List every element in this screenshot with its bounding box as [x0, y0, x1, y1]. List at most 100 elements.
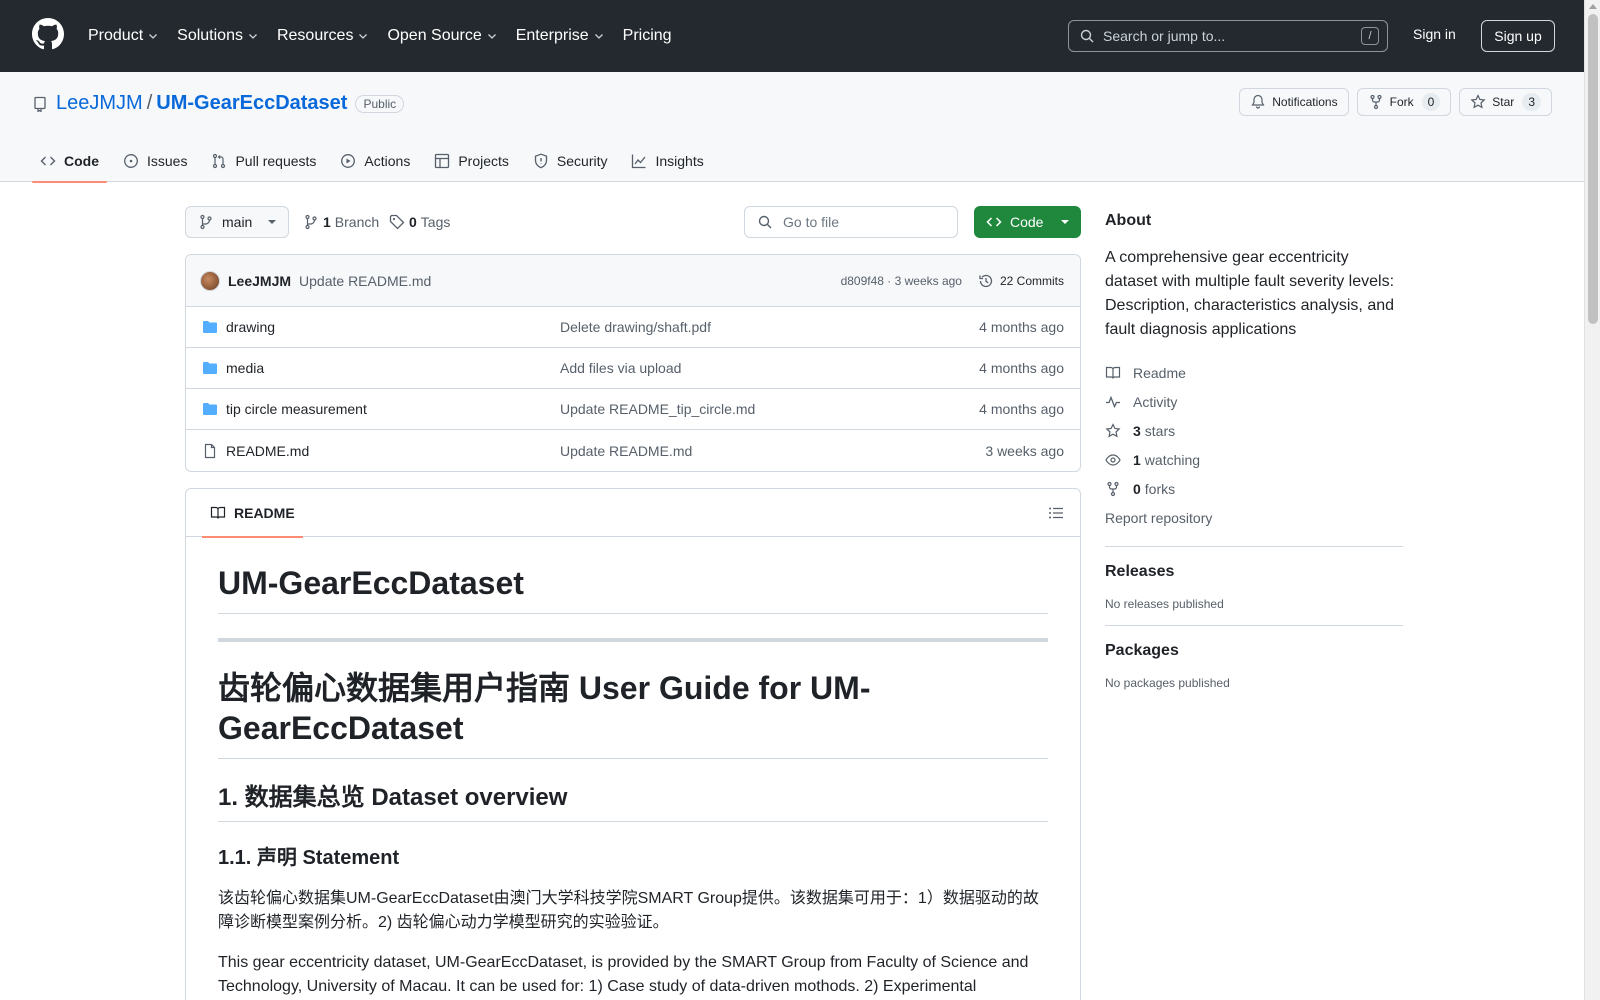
stars-link[interactable]: 3 stars [1105, 416, 1403, 445]
nav-label: Pricing [622, 27, 672, 44]
repo-title: LeeJMJM / UM-GearEccDataset Public [32, 92, 405, 115]
file-commit-link[interactable]: Update README_tip_circle.md [560, 401, 755, 417]
code-dropdown-button[interactable]: Code [974, 206, 1081, 238]
file-name-link[interactable]: drawing [226, 319, 275, 335]
fork-button[interactable]: Fork 0 [1356, 88, 1452, 116]
about-description: A comprehensive gear eccentricity datase… [1105, 249, 1395, 338]
commit-message-link[interactable]: Update README.md [299, 273, 431, 289]
nav-solutions[interactable]: Solutions [169, 18, 267, 54]
file-commit-link[interactable]: Update README.md [560, 443, 692, 459]
file-commit-link[interactable]: Delete drawing/shaft.pdf [560, 319, 711, 335]
scrollbar-thumb[interactable] [1588, 14, 1598, 324]
commit-author-link[interactable]: LeeJMJM [228, 273, 291, 289]
nav-product[interactable]: Product [80, 18, 167, 54]
star-button[interactable]: Star 3 [1459, 88, 1552, 116]
nav-pricing[interactable]: Pricing [615, 18, 680, 54]
tag-icon [389, 214, 405, 230]
repo-actions: Notifications Fork 0 Star 3 [1239, 88, 1552, 116]
code-icon [986, 217, 1002, 227]
table-row: README.md Update README.md 3 weeks ago [186, 430, 1080, 471]
forks-label: forks [1144, 480, 1176, 497]
table-row: drawing Delete drawing/shaft.pdf 4 month… [186, 307, 1080, 348]
pulse-icon [1106, 395, 1120, 408]
report-repository-link[interactable]: Report repository [1105, 503, 1403, 532]
go-to-file-input[interactable]: Go to file [744, 206, 958, 238]
tab-issues[interactable]: Issues [115, 140, 195, 182]
visibility-badge: Public [355, 94, 405, 113]
star-label: Star [1492, 95, 1515, 109]
star-icon [1470, 94, 1486, 109]
tab-pull-requests[interactable]: Pull requests [203, 140, 324, 182]
tab-security[interactable]: Security [525, 140, 616, 182]
go-to-file-placeholder: Go to file [783, 214, 840, 230]
activity-link[interactable]: Activity [1105, 387, 1403, 416]
nav-open-source[interactable]: Open Source [379, 18, 505, 54]
tags-link[interactable]: 0 Tags [389, 214, 450, 230]
search-input[interactable]: Search or jump to... / [1068, 20, 1388, 52]
readme-link[interactable]: Readme [1105, 358, 1403, 387]
file-name-link[interactable]: tip circle measurement [226, 401, 367, 417]
watching-label: watching [1144, 451, 1201, 468]
chevron-down-icon [487, 34, 496, 39]
repo-owner-link[interactable]: LeeJMJM [56, 92, 143, 115]
file-age: 4 months ago [979, 319, 1064, 335]
tag-label: Tags [420, 214, 451, 230]
book-icon [210, 506, 226, 519]
list-unordered-icon[interactable] [1048, 505, 1064, 521]
bell-icon [1251, 94, 1265, 109]
scroll-up-arrow-icon[interactable] [1589, 4, 1597, 9]
commit-hash-time[interactable]: d809f48 · 3 weeks ago [841, 274, 962, 288]
latest-commit-bar: LeeJMJM Update README.md d809f48 · 3 wee… [186, 255, 1080, 307]
tab-label: Pull requests [235, 153, 317, 169]
packages-empty-text: No packages published [1105, 676, 1230, 690]
github-logo-icon[interactable] [32, 18, 64, 50]
sign-in-link[interactable]: Sign in [1413, 26, 1456, 42]
file-icon [204, 443, 216, 458]
divider [1105, 625, 1403, 626]
commits-history-link[interactable]: 22 Commits [978, 273, 1064, 289]
branches-link[interactable]: 1 Branch [303, 214, 379, 230]
folder-icon [203, 362, 217, 374]
fork-icon [1370, 94, 1382, 110]
forks-link[interactable]: 0 forks [1105, 474, 1403, 503]
chevron-down-icon [149, 34, 158, 39]
page-scrollbar[interactable] [1584, 0, 1600, 1000]
avatar[interactable] [200, 270, 220, 291]
repo-name-link[interactable]: UM-GearEccDataset [156, 92, 347, 115]
tab-insights[interactable]: Insights [623, 140, 711, 182]
history-icon [979, 274, 993, 287]
global-nav: Product Solutions Resources Open Source … [80, 0, 682, 72]
file-name-link[interactable]: README.md [226, 443, 309, 459]
sign-up-button[interactable]: Sign up [1481, 20, 1555, 52]
horizontal-rule [218, 638, 1048, 642]
tab-projects[interactable]: Projects [426, 140, 517, 182]
shield-icon [534, 153, 548, 169]
tab-label: Security [556, 153, 608, 169]
readme-panel: README UM-GearEccDataset 齿轮偏心数据集用户指南 Use… [185, 488, 1081, 1000]
tab-label: Projects [458, 153, 509, 169]
star-icon [1105, 422, 1121, 437]
eye-icon [1105, 453, 1121, 466]
about-sidebar: About A comprehensive gear eccentricity … [1105, 206, 1403, 690]
releases-heading[interactable]: Releases [1105, 563, 1403, 581]
file-age: 3 weeks ago [985, 442, 1064, 459]
tab-readme[interactable]: README [202, 489, 303, 538]
file-age: 4 months ago [979, 360, 1064, 376]
file-commit-link[interactable]: Add files via upload [560, 360, 681, 376]
stars-label: stars [1144, 422, 1176, 439]
tab-label: Actions [364, 153, 411, 169]
nav-enterprise[interactable]: Enterprise [508, 18, 613, 54]
watchers-link[interactable]: 1 watching [1105, 445, 1403, 474]
tab-code[interactable]: Code [32, 140, 107, 183]
repo-icon [34, 96, 46, 112]
readme-heading-user-guide: 齿轮偏心数据集用户指南 User Guide for UM-GearEccDat… [218, 668, 1048, 759]
chevron-down-icon [249, 34, 257, 39]
tab-actions[interactable]: Actions [332, 140, 418, 182]
nav-resources[interactable]: Resources [269, 18, 377, 54]
file-name-link[interactable]: media [226, 360, 264, 376]
notifications-button[interactable]: Notifications [1239, 88, 1349, 116]
packages-heading[interactable]: Packages [1105, 642, 1403, 660]
branch-select-button[interactable]: main [185, 206, 289, 238]
file-browser: LeeJMJM Update README.md d809f48 · 3 wee… [185, 254, 1081, 472]
nav-label: Resources [276, 27, 354, 44]
